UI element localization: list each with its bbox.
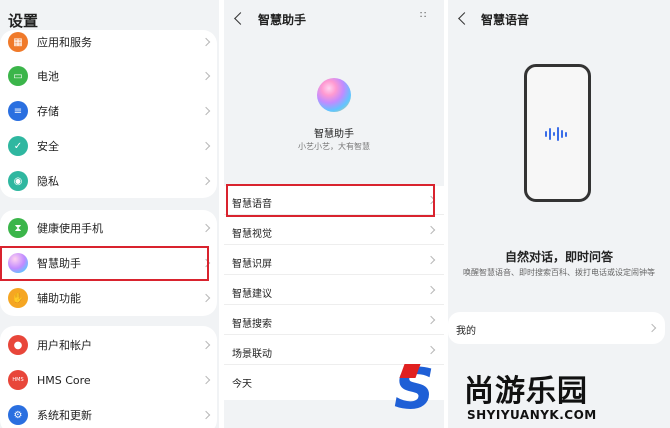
chevron-right-icon xyxy=(426,225,436,235)
settings-item-label: 安全 xyxy=(37,140,59,153)
page-title: 智慧助手 xyxy=(258,13,307,27)
chevron-right-icon xyxy=(201,141,211,151)
chevron-right-icon xyxy=(201,340,211,350)
watermark-url: SHYIYUANYK.COM xyxy=(467,408,597,422)
mine-label: 我的 xyxy=(456,326,476,337)
list-item-label: 今天 xyxy=(232,379,252,390)
chevron-right-icon xyxy=(201,293,211,303)
settings-item-label: 存储 xyxy=(37,105,59,118)
settings-item-label: 系统和更新 xyxy=(37,409,92,422)
list-item-label: 智慧搜索 xyxy=(232,319,272,330)
settings-item-apps[interactable]: ▦ 应用和服务 xyxy=(0,25,217,59)
list-item-search[interactable]: 智慧搜索 xyxy=(224,306,444,335)
assistant-slogan: 小艺小艺，大有智慧 xyxy=(298,142,370,151)
settings-item-security[interactable]: ✓ 安全 xyxy=(0,129,217,163)
hourglass-icon: ⧗ xyxy=(8,218,28,238)
user-icon: ● xyxy=(8,335,28,355)
chevron-right-icon xyxy=(201,71,211,81)
battery-icon: ▭ xyxy=(8,66,28,86)
settings-item-storage[interactable]: ≡ 存储 xyxy=(0,94,217,128)
chevron-right-icon xyxy=(426,255,436,265)
list-item-label: 智慧建议 xyxy=(232,289,272,300)
settings-group-1: ▦ 应用和服务 ▭ 电池 ≡ 存储 ✓ 安全 ◉ 隐私 xyxy=(0,30,217,198)
list-item-suggestions[interactable]: 智慧建议 xyxy=(224,276,444,305)
highlight-box xyxy=(0,246,209,281)
back-arrow-icon[interactable] xyxy=(234,12,247,25)
apps-icon: ▦ xyxy=(8,32,28,52)
chevron-right-icon xyxy=(201,106,211,116)
hand-icon: ✋ xyxy=(8,288,28,308)
storage-icon: ≡ xyxy=(8,101,28,121)
list-item-vision[interactable]: 智慧视觉 xyxy=(224,216,444,245)
chevron-right-icon xyxy=(201,410,211,420)
shield-icon: ✓ xyxy=(8,136,28,156)
settings-item-hms[interactable]: HMS HMS Core xyxy=(0,363,217,397)
settings-panel: 设置 ▦ 应用和服务 ▭ 电池 ≡ 存储 ✓ 安全 ◉ 隐私 ⧗ 健康使用手机 … xyxy=(0,0,219,428)
hms-icon: HMS xyxy=(8,370,28,390)
chevron-right-icon xyxy=(201,375,211,385)
chevron-right-icon xyxy=(201,37,211,47)
assistant-name: 智慧助手 xyxy=(314,129,354,140)
settings-item-battery[interactable]: ▭ 电池 xyxy=(0,59,217,93)
list-item-label: 智慧视觉 xyxy=(232,229,272,240)
settings-item-accessibility[interactable]: ✋ 辅助功能 xyxy=(0,281,217,315)
mine-row[interactable]: 我的 xyxy=(448,312,665,344)
privacy-icon: ◉ xyxy=(8,171,28,191)
chevron-right-icon xyxy=(426,345,436,355)
settings-item-label: 应用和服务 xyxy=(37,36,92,49)
voice-wave-icon xyxy=(545,127,567,141)
chevron-right-icon xyxy=(647,323,657,333)
system-gear-icon: ⚙ xyxy=(8,405,28,425)
settings-item-label: 隐私 xyxy=(37,175,59,188)
highlight-box xyxy=(226,184,435,217)
list-item-screen[interactable]: 智慧识屏 xyxy=(224,246,444,275)
settings-item-label: 电池 xyxy=(37,70,59,83)
list-item-label: 智慧识屏 xyxy=(232,259,272,270)
site-watermark: S 尚游乐园 SHYIYUANYK.COM xyxy=(392,360,670,428)
settings-group-3: ● 用户和帐户 HMS HMS Core ⚙ 系统和更新 xyxy=(0,326,217,428)
settings-item-digital-balance[interactable]: ⧗ 健康使用手机 xyxy=(0,211,217,245)
phone-illustration xyxy=(524,64,591,202)
assistant-orb-logo xyxy=(317,78,351,112)
settings-item-label: HMS Core xyxy=(37,373,91,387)
voice-headline: 自然对话，即时问答 xyxy=(504,250,613,264)
settings-item-accounts[interactable]: ● 用户和帐户 xyxy=(0,328,217,362)
back-arrow-icon[interactable] xyxy=(458,12,471,25)
chevron-right-icon xyxy=(426,315,436,325)
settings-item-label: 健康使用手机 xyxy=(37,222,103,235)
settings-item-system[interactable]: ⚙ 系统和更新 xyxy=(0,398,217,428)
list-item-label: 场景联动 xyxy=(232,349,272,360)
chevron-right-icon xyxy=(201,176,211,186)
settings-item-privacy[interactable]: ◉ 隐私 xyxy=(0,164,217,198)
settings-item-label: 用户和帐户 xyxy=(37,339,92,352)
chevron-right-icon xyxy=(201,223,211,233)
watermark-name: 尚游乐园 xyxy=(464,374,588,409)
page-title: 智慧语音 xyxy=(481,13,530,27)
more-dots-icon[interactable]: ∷ xyxy=(420,11,427,21)
voice-description: 唤醒智慧语音、即时搜索百科、拨打电话或设定闹钟等 xyxy=(463,268,655,277)
settings-item-label: 辅助功能 xyxy=(37,292,81,305)
chevron-right-icon xyxy=(426,285,436,295)
